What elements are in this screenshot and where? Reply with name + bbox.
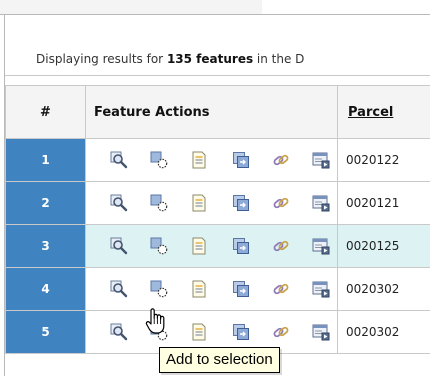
column-header-number: # bbox=[6, 86, 86, 139]
export-window-icon[interactable] bbox=[312, 280, 330, 298]
row-number-label: 5 bbox=[41, 325, 49, 339]
zoom-to-feature-icon[interactable] bbox=[110, 194, 128, 212]
row-number: 2 bbox=[6, 182, 86, 225]
column-header-feature-actions: Feature Actions bbox=[86, 86, 338, 139]
view-details-icon[interactable] bbox=[190, 194, 208, 212]
hand-cursor-icon bbox=[145, 307, 167, 335]
row-number-label: 3 bbox=[41, 239, 49, 253]
tooltip-add-to-selection: Add to selection bbox=[159, 347, 280, 373]
view-details-icon[interactable] bbox=[190, 280, 208, 298]
results-prefix: Displaying results for bbox=[36, 52, 167, 66]
copy-feature-icon[interactable] bbox=[232, 280, 250, 298]
header-row: # Feature Actions Parcel bbox=[6, 86, 430, 139]
results-panel: Displaying results for 135 features in t… bbox=[4, 14, 430, 376]
results-suffix: in the D bbox=[253, 52, 304, 66]
add-to-selection-icon[interactable] bbox=[150, 151, 168, 169]
attach-link-icon[interactable] bbox=[272, 323, 290, 341]
tab-right[interactable] bbox=[262, 0, 430, 15]
parcel-cell: 0020122 bbox=[338, 139, 430, 182]
add-to-selection-icon[interactable] bbox=[150, 280, 168, 298]
table-row: 2 0020121 bbox=[6, 182, 430, 225]
export-window-icon[interactable] bbox=[312, 151, 330, 169]
copy-feature-icon[interactable] bbox=[232, 151, 250, 169]
row-number: 5 bbox=[6, 311, 86, 354]
attach-link-icon[interactable] bbox=[272, 237, 290, 255]
view-details-icon[interactable] bbox=[190, 151, 208, 169]
zoom-to-feature-icon[interactable] bbox=[110, 151, 128, 169]
copy-feature-icon[interactable] bbox=[232, 323, 250, 341]
feature-actions-cell bbox=[86, 139, 338, 182]
row-number-label: 1 bbox=[41, 153, 49, 167]
results-count: 135 features bbox=[167, 52, 253, 66]
zoom-to-feature-icon[interactable] bbox=[110, 323, 128, 341]
parcel-cell: 0020302 bbox=[338, 268, 430, 311]
parcel-cell: 0020121 bbox=[338, 182, 430, 225]
row-number-label: 4 bbox=[41, 282, 49, 296]
column-header-parcel[interactable]: Parcel bbox=[338, 86, 430, 139]
export-window-icon[interactable] bbox=[312, 323, 330, 341]
results-summary-text: Displaying results for 135 features in t… bbox=[36, 52, 304, 66]
table-row: 4 0020302 bbox=[6, 268, 430, 311]
row-number: 3 bbox=[6, 225, 86, 268]
results-summary-bar: Displaying results for 135 features in t… bbox=[5, 15, 430, 76]
tab-left[interactable] bbox=[0, 0, 263, 15]
feature-actions-cell bbox=[86, 268, 338, 311]
results-table: # Feature Actions Parcel 1 0020122 2 002012… bbox=[5, 85, 430, 354]
copy-feature-icon[interactable] bbox=[232, 237, 250, 255]
row-number: 4 bbox=[6, 268, 86, 311]
parcel-cell: 0020125 bbox=[338, 225, 430, 268]
feature-actions-cell bbox=[86, 182, 338, 225]
attach-link-icon[interactable] bbox=[272, 280, 290, 298]
row-number: 1 bbox=[6, 139, 86, 182]
copy-feature-icon[interactable] bbox=[232, 194, 250, 212]
zoom-to-feature-icon[interactable] bbox=[110, 237, 128, 255]
row-number-label: 2 bbox=[41, 196, 49, 210]
zoom-to-feature-icon[interactable] bbox=[110, 280, 128, 298]
table-row: 1 0020122 bbox=[6, 139, 430, 182]
attach-link-icon[interactable] bbox=[272, 194, 290, 212]
add-to-selection-icon[interactable] bbox=[150, 194, 168, 212]
parcel-cell: 0020302 bbox=[338, 311, 430, 354]
view-details-icon[interactable] bbox=[190, 323, 208, 341]
table-row: 3 0020125 bbox=[6, 225, 430, 268]
export-window-icon[interactable] bbox=[312, 194, 330, 212]
export-window-icon[interactable] bbox=[312, 237, 330, 255]
add-to-selection-icon[interactable] bbox=[150, 237, 168, 255]
attach-link-icon[interactable] bbox=[272, 151, 290, 169]
view-details-icon[interactable] bbox=[190, 237, 208, 255]
feature-actions-cell bbox=[86, 225, 338, 268]
